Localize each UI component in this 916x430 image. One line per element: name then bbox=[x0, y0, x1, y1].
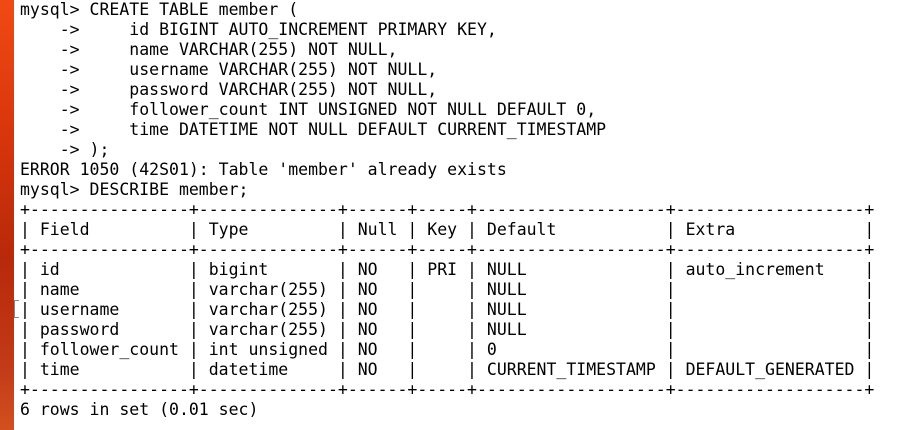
prompt-line: mysql> DESCRIBE member; bbox=[20, 180, 249, 199]
table-row: | follower_count | int unsigned | NO | |… bbox=[20, 340, 875, 359]
table-header-row: | Field | Type | Null | Key | Default | … bbox=[20, 220, 875, 239]
table-row: | username | varchar(255) | NO | | NULL … bbox=[20, 300, 875, 319]
continuation-line: -> password VARCHAR(255) NOT NULL, bbox=[20, 80, 438, 99]
table-border: +----------------+--------------+------+… bbox=[20, 200, 875, 219]
error-message: ERROR 1050 (42S01): Table 'member' alrea… bbox=[20, 160, 507, 179]
result-summary: 6 rows in set (0.01 sec) bbox=[20, 400, 259, 419]
continuation-line: -> id BIGINT AUTO_INCREMENT PRIMARY KEY, bbox=[20, 20, 497, 39]
table-border: +----------------+--------------+------+… bbox=[20, 380, 875, 399]
table-row: | name | varchar(255) | NO | | NULL | | bbox=[20, 280, 875, 299]
continuation-line: -> ); bbox=[20, 140, 110, 159]
table-row: | time | datetime | NO | | CURRENT_TIMES… bbox=[20, 360, 875, 379]
table-row: | password | varchar(255) | NO | | NULL … bbox=[20, 320, 875, 339]
desktop-background-edge bbox=[0, 0, 14, 430]
continuation-line: -> time DATETIME NOT NULL DEFAULT CURREN… bbox=[20, 120, 607, 139]
terminal-output: mysql> CREATE TABLE member ( -> id BIGIN… bbox=[20, 0, 874, 420]
table-border: +----------------+--------------+------+… bbox=[20, 240, 875, 259]
terminal-window[interactable]: mysql> CREATE TABLE member ( -> id BIGIN… bbox=[14, 0, 916, 430]
table-row: | id | bigint | NO | PRI | NULL | auto_i… bbox=[20, 260, 875, 279]
continuation-line: -> name VARCHAR(255) NOT NULL, bbox=[20, 40, 398, 59]
selection-cursor-marker bbox=[14, 300, 19, 318]
continuation-line: -> follower_count INT UNSIGNED NOT NULL … bbox=[20, 100, 597, 119]
prompt-line: mysql> CREATE TABLE member ( bbox=[20, 0, 299, 19]
continuation-line: -> username VARCHAR(255) NOT NULL, bbox=[20, 60, 438, 79]
